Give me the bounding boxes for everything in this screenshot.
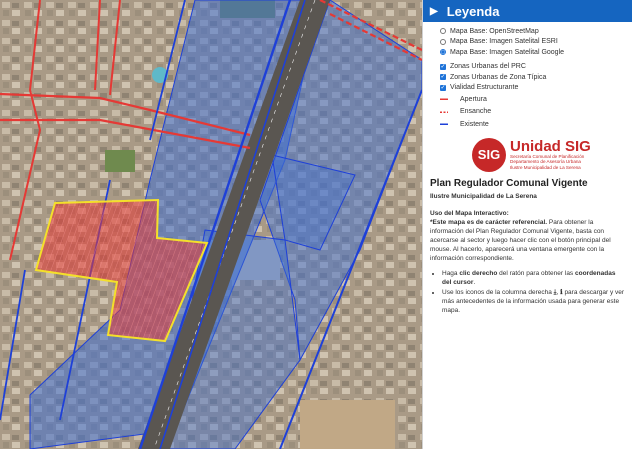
usage-heading: Uso del Mapa Interactivo: (430, 209, 509, 217)
radio-button[interactable] (440, 28, 446, 35)
overlay-label: Zonas Urbanas de Zona Típica (450, 73, 547, 81)
overlay-typical-zones[interactable]: ✓ Zonas Urbanas de Zona Típica (440, 72, 632, 83)
checkbox-checked[interactable]: ✓ (440, 84, 446, 91)
overlay-prc-zones[interactable]: ✓ Zonas Urbanas del PRC (440, 62, 632, 73)
radio-button[interactable] (440, 38, 446, 45)
radio-button-selected[interactable] (440, 49, 446, 56)
park-area (105, 150, 135, 172)
base-layer-label: Mapa Base: Imagen Satelital Google (450, 48, 565, 56)
logo-title: Unidad SIG (510, 137, 591, 155)
usage-bold: *Este mapa es de carácter referencial. (430, 218, 548, 226)
solid-blue-swatch (440, 123, 448, 126)
usage-paragraph: *Este mapa es de carácter referencial. P… (430, 218, 626, 263)
dashed-red-swatch (440, 98, 448, 101)
unidad-sig-logo: SIG Unidad SIG Secretaría Comunal de Pla… (472, 137, 632, 172)
overlay-roads[interactable]: ✓ Vialidad Estructurante (440, 83, 632, 94)
base-layer-label: Mapa Base: Imagen Satelital ESRI (450, 38, 558, 46)
base-layer-osm[interactable]: Mapa Base: OpenStreetMap (440, 26, 632, 37)
road-type-label: Existente (460, 120, 489, 128)
legend-existente: Existente (440, 118, 632, 131)
dashdot-red-swatch (440, 111, 448, 113)
legend-ensanche: Ensanche (440, 106, 632, 119)
overlay-label: Vialidad Estructurante (450, 84, 519, 92)
map-view[interactable] (0, 0, 422, 449)
sig-logo-icon: SIG (472, 137, 506, 172)
instructions-list: Haga clic derecho del ratón para obtener… (430, 269, 626, 315)
checkbox-checked[interactable]: ✓ (440, 63, 446, 70)
legend-apertura: Apertura (440, 93, 632, 106)
layer-options: Mapa Base: OpenStreetMap Mapa Base: Imag… (423, 22, 632, 131)
checkbox-checked[interactable]: ✓ (440, 74, 446, 81)
satellite-map[interactable] (0, 0, 422, 449)
legend-title: Leyenda (446, 3, 500, 19)
road-type-label: Ensanche (460, 108, 492, 116)
base-layer-google[interactable]: Mapa Base: Imagen Satelital Google (440, 47, 632, 58)
overlay-label: Zonas Urbanas del PRC (450, 63, 526, 71)
page-subtitle: Ilustre Municipalidad de La Serena (430, 192, 537, 200)
page-title: Plan Regulador Comunal Vigente (430, 177, 588, 189)
open-lot (300, 400, 395, 449)
chevron-right-icon[interactable]: ▶ (430, 6, 438, 17)
road-type-label: Apertura (460, 95, 487, 103)
legend-panel: ▶ Leyenda Mapa Base: OpenStreetMap Mapa … (422, 0, 632, 449)
logo-line2: Departamento de Asesoría Urbana (510, 159, 581, 165)
info-section: Plan Regulador Comunal Vigente Ilustre M… (423, 172, 632, 315)
legend-header[interactable]: ▶ Leyenda (423, 0, 632, 22)
logo-line3: Ilustre Municipalidad de La Serena (510, 164, 581, 170)
list-item: Haga clic derecho del ratón para obtener… (442, 269, 626, 287)
base-layer-label: Mapa Base: OpenStreetMap (450, 27, 539, 35)
base-layer-esri[interactable]: Mapa Base: Imagen Satelital ESRI (440, 37, 632, 48)
list-item: Use los iconos de la columna derecha ⤓, … (442, 288, 626, 315)
